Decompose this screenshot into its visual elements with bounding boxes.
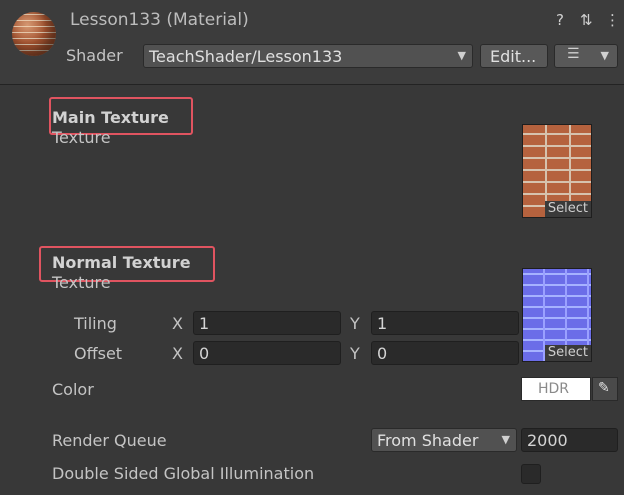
more-menu-icon[interactable]: ⋮ — [605, 11, 620, 29]
offset-x-input[interactable]: 0 — [193, 341, 341, 365]
normal-texture-slot[interactable]: Select — [522, 268, 592, 362]
shader-value: TeachShader/Lesson133 — [149, 47, 343, 66]
main-texture-title: Main Texture — [52, 108, 169, 127]
chevron-down-icon: ▼ — [457, 49, 466, 62]
main-texture-select-button[interactable]: Select — [544, 201, 591, 217]
render-queue-input[interactable]: 2000 — [521, 428, 618, 452]
tiling-x-value: 1 — [199, 314, 210, 333]
help-icon[interactable]: ? — [556, 11, 564, 29]
offset-x-label: X — [172, 344, 183, 363]
tiling-y-input[interactable]: 1 — [371, 311, 519, 335]
tiling-y-label: Y — [350, 314, 360, 333]
render-queue-value: 2000 — [527, 431, 568, 450]
offset-y-value: 0 — [377, 344, 388, 363]
offset-label: Offset — [74, 344, 123, 363]
shader-dropdown[interactable]: TeachShader/Lesson133 ▼ — [143, 44, 473, 68]
tiling-x-input[interactable]: 1 — [193, 311, 341, 335]
tiling-y-value: 1 — [377, 314, 388, 333]
tiling-label: Tiling — [74, 314, 117, 333]
offset-x-value: 0 — [199, 344, 210, 363]
render-queue-dropdown-value: From Shader — [377, 431, 479, 450]
chevron-down-icon: ▼ — [501, 433, 510, 446]
render-queue-label: Render Queue — [52, 431, 167, 450]
offset-y-label: Y — [350, 344, 360, 363]
render-queue-dropdown[interactable]: From Shader ▼ — [371, 428, 517, 452]
normal-texture-select-button[interactable]: Select — [544, 345, 591, 361]
double-sided-gi-checkbox[interactable] — [521, 464, 541, 484]
offset-y-input[interactable]: 0 — [371, 341, 519, 365]
tiling-x-label: X — [172, 314, 183, 333]
settings-icon[interactable]: ⇅ — [580, 11, 593, 29]
eyedropper-button[interactable]: ✎ — [592, 377, 618, 401]
normal-texture-title: Normal Texture — [52, 253, 191, 272]
normal-texture-sub-label: Texture — [52, 273, 111, 292]
shader-label: Shader — [66, 46, 123, 65]
material-title: Lesson133 (Material) — [70, 10, 249, 30]
main-texture-sub-label: Texture — [52, 128, 111, 147]
material-preview-thumbnail — [12, 12, 56, 56]
color-label: Color — [52, 380, 94, 399]
chevron-down-icon: ▼ — [600, 49, 609, 62]
double-sided-gi-label: Double Sided Global Illumination — [52, 464, 315, 483]
edit-shader-button[interactable]: Edit... — [480, 44, 548, 68]
main-texture-slot[interactable]: Select — [522, 124, 592, 218]
hdr-label: HDR — [538, 381, 570, 397]
edit-button-label: Edit... — [490, 47, 537, 66]
eyedropper-icon: ✎ — [598, 380, 610, 396]
color-swatch[interactable]: HDR — [521, 377, 591, 401]
list-icon: ☰ — [567, 46, 580, 62]
shader-options-button[interactable]: ☰ ▼ — [554, 44, 618, 68]
